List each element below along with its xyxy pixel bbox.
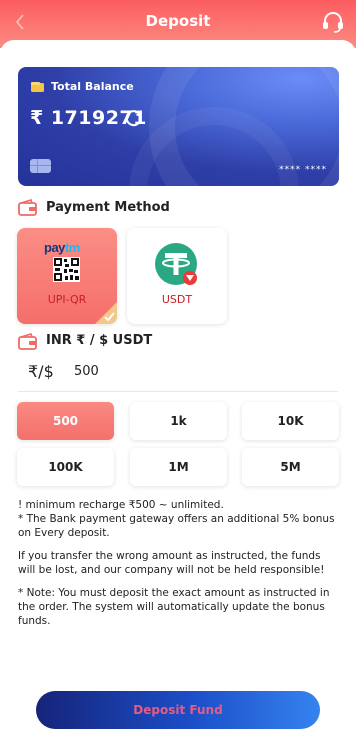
paytm-logo: paytm	[44, 240, 80, 255]
selected-check-icon	[95, 302, 117, 324]
amount-section-title: INR ₹ / $ USDT	[46, 333, 153, 348]
amount-input[interactable]: 500	[74, 364, 99, 379]
masked-card-number: **** ****	[279, 165, 327, 175]
deposit-notes: ! minimum recharge ₹500 ~ unlimited. * T…	[18, 498, 340, 637]
total-balance-label: Total Balance	[51, 80, 134, 93]
currency-symbol: ₹/$	[28, 362, 54, 381]
payment-option-label: USDT	[161, 293, 193, 306]
amount-preset-1m[interactable]: 1M	[130, 448, 227, 486]
wallet-outline-icon	[18, 333, 37, 350]
warning-note: If you transfer the wrong amount as inst…	[18, 550, 325, 576]
wallet-icon	[31, 82, 44, 92]
card-chip	[30, 159, 51, 173]
amount-preset-5m[interactable]: 5M	[242, 448, 339, 486]
bonus-note: * The Bank payment gateway offers an add…	[18, 513, 335, 539]
tether-usdt-icon	[155, 243, 197, 285]
payment-option-upi-qr[interactable]: paytm UPI-QR	[17, 228, 117, 324]
amount-preset-1k[interactable]: 1k	[130, 402, 227, 440]
headset-icon[interactable]	[320, 9, 346, 35]
amount-preset-100k[interactable]: 100K	[17, 448, 114, 486]
page-title: Deposit	[145, 12, 211, 30]
balance-card: Total Balance ₹ 1719271 **** ****	[18, 67, 339, 186]
minimum-recharge-note: ! minimum recharge ₹500 ~ unlimited.	[18, 499, 224, 511]
refresh-icon[interactable]	[124, 108, 144, 128]
payment-method-title: Payment Method	[46, 200, 170, 215]
deposit-fund-button[interactable]: Deposit Fund	[36, 691, 320, 729]
amount-preset-10k[interactable]: 10K	[242, 402, 339, 440]
amount-input-row[interactable]: ₹/$ 500	[18, 360, 338, 392]
wallet-outline-icon	[18, 199, 37, 216]
amount-preset-500[interactable]: 500	[17, 402, 114, 440]
payment-option-usdt[interactable]: USDT	[127, 228, 227, 324]
exact-amount-note: * Note: You must deposit the exact amoun…	[18, 587, 330, 627]
qr-code-icon	[53, 257, 80, 282]
